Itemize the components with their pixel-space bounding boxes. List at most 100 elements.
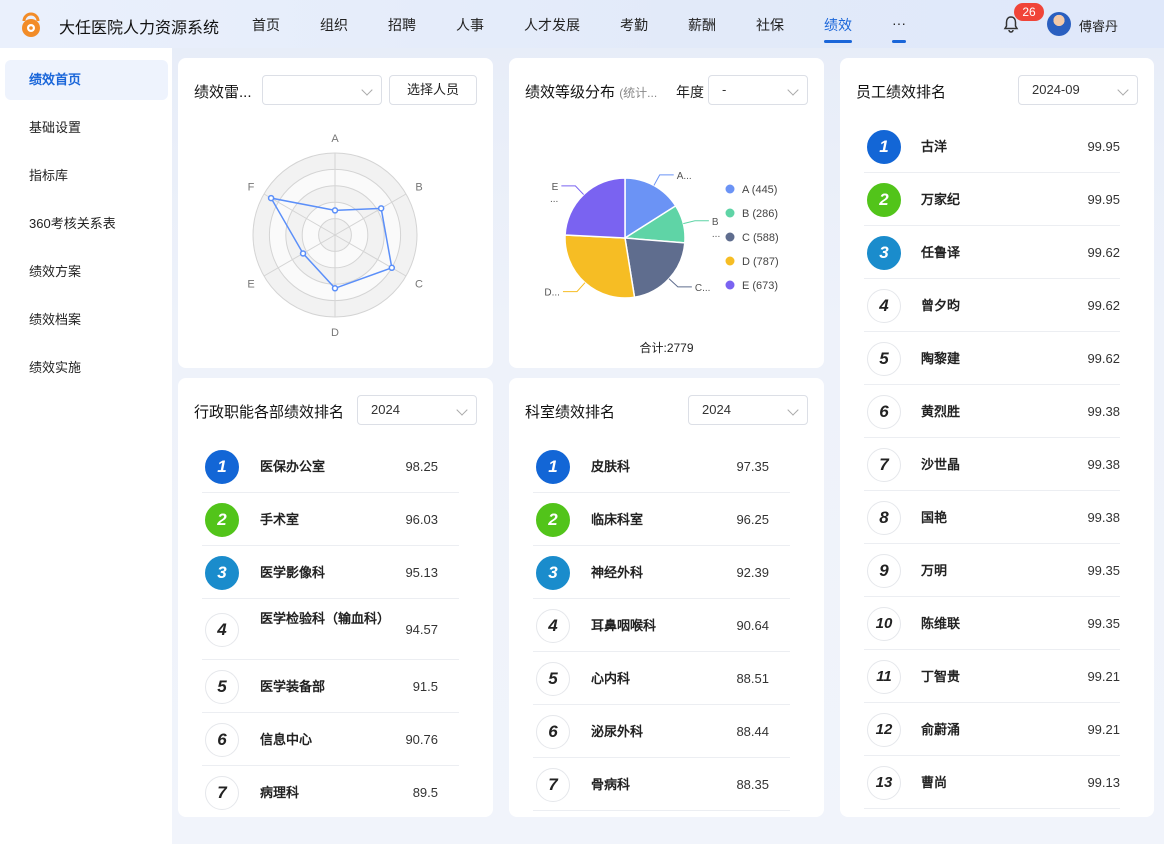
table-row[interactable]: 1 古洋 99.95 [864,120,1120,173]
table-row[interactable]: 2 临床科室 96.25 [533,493,790,546]
table-row[interactable]: 1 皮肤科 97.35 [533,440,790,493]
admin-year-select[interactable]: 2024 [357,395,477,425]
pie-callout-label: E [552,182,559,193]
dept-year-value: 2024 [702,402,731,417]
legend-label[interactable]: C (588) [742,232,779,244]
user-name[interactable]: 傅睿丹 [1079,16,1118,35]
rank-score: 95.13 [405,564,438,580]
sidebar-item-5[interactable]: 绩效档案 [5,300,168,340]
legend-label[interactable]: E (673) [742,280,778,292]
table-row[interactable]: 6 信息中心 90.76 [202,713,459,766]
rank-number-badge: 2 [867,182,901,217]
nav-item-6[interactable]: 薪酬 [688,15,716,35]
nav-item-8[interactable]: 绩效 [824,15,852,35]
rank-score: 98.25 [405,458,438,474]
radar-point[interactable] [331,207,339,214]
rank-score: 99.38 [1087,509,1120,525]
table-row[interactable]: 7 沙世晶 99.38 [864,438,1120,491]
radar-point[interactable] [388,264,396,272]
rank-number-badge: 4 [205,612,239,647]
rank-score: 99.62 [1087,350,1120,366]
radar-point[interactable] [299,250,307,257]
table-row[interactable]: 1 医保办公室 98.25 [202,440,459,493]
table-row[interactable]: 11 丁智贵 99.21 [864,650,1120,703]
nav-item-4[interactable]: 人才发展 [524,15,580,35]
admin-year-value: 2024 [371,402,400,417]
select-person-button[interactable]: 选择人员 [389,75,477,105]
table-row[interactable]: 3 任鲁译 99.62 [864,226,1120,279]
radar-person-select[interactable] [262,75,382,105]
chevron-down-icon [361,84,373,96]
legend-label[interactable]: A (445) [742,184,777,196]
table-row[interactable]: 3 医学影像科 95.13 [202,546,459,599]
rank-name: 医学影像科 [260,564,326,580]
nav-item-2[interactable]: 招聘 [388,15,416,35]
rank-score: 96.25 [736,511,769,527]
table-row[interactable]: 7 病理科 89.5 [202,766,459,817]
pie-callout-line [653,174,674,186]
table-row[interactable]: 2 手术室 96.03 [202,493,459,546]
table-row[interactable]: 4 耳鼻咽喉科 90.64 [533,599,790,652]
radar-indicator-label: D [331,327,339,339]
table-row[interactable]: 12 俞蔚涌 99.21 [864,703,1120,756]
legend-label[interactable]: D (787) [742,256,779,268]
nav-item-0[interactable]: 首页 [252,15,280,35]
sidebar-item-6[interactable]: 绩效实施 [5,348,168,388]
nav-item-7[interactable]: 社保 [756,15,784,35]
nav-item-5[interactable]: 考勤 [620,15,648,35]
nav-item-3[interactable]: 人事 [456,15,484,35]
rank-name: 临床科室 [591,511,644,527]
table-row[interactable]: 10 陈维联 99.35 [864,597,1120,650]
sidebar-item-3[interactable]: 360考核关系表 [5,204,168,244]
rank-number-badge: 13 [867,765,901,800]
pie-slice-E[interactable] [564,177,626,239]
rank-number-badge: 7 [205,775,239,810]
sidebar-item-2[interactable]: 指标库 [5,156,168,196]
sidebar-item-0[interactable]: 绩效首页 [5,60,168,100]
table-row[interactable]: 3 神经外科 92.39 [533,546,790,599]
table-row[interactable]: 4 曾夕昀 99.62 [864,279,1120,332]
rank-name: 医学检验科（输血科） [260,610,391,626]
table-row[interactable]: 2 万家纪 99.95 [864,173,1120,226]
radar-point[interactable] [377,205,385,212]
table-row[interactable]: 8 国艳 99.38 [864,491,1120,544]
table-row[interactable]: 4 医学检验科（输血科） 94.57 [202,599,459,660]
pie-total: 合计:2779 [639,341,694,355]
legend-label[interactable]: B (286) [742,208,778,220]
rank-number-badge: 3 [205,555,239,590]
rank-score: 92.39 [736,564,769,580]
rank-name: 国艳 [921,509,948,525]
year-select[interactable]: - [708,75,808,105]
table-row[interactable]: 5 心内科 88.51 [533,652,790,705]
rank-number-badge: 5 [536,661,570,696]
table-row[interactable]: 6 黄烈胜 99.38 [864,385,1120,438]
radar-point[interactable] [331,285,339,292]
table-row[interactable]: 9 万明 99.35 [864,544,1120,597]
table-row[interactable]: 7 骨病科 88.35 [533,758,790,811]
rank-name: 俞蔚涌 [921,721,961,737]
nav-item-1[interactable]: 组织 [320,15,348,35]
dept-year-select[interactable]: 2024 [688,395,808,425]
rank-score: 99.35 [1087,562,1120,578]
sidebar-item-1[interactable]: 基础设置 [5,108,168,148]
dept-ranking-card: 科室绩效排名 2024 1 皮肤科 97.35 2 临床科室 96.25 3 神经外科 92.3… [509,378,824,817]
table-row[interactable]: 13 曹尚 99.13 [864,756,1120,809]
radar-card-title: 绩效雷... [194,84,252,101]
table-row[interactable]: 5 陶黎建 99.62 [864,332,1120,385]
radar-point[interactable] [267,194,275,202]
pie-slice-C[interactable] [624,237,686,299]
radar-indicator-label: F [248,182,255,194]
table-row[interactable]: 6 泌尿外科 88.44 [533,705,790,758]
rank-number-badge: 6 [205,722,239,757]
avatar[interactable] [1047,12,1071,36]
chevron-down-icon [1117,84,1129,96]
month-select[interactable]: 2024-09 [1018,75,1138,105]
rank-score: 88.44 [736,723,769,739]
radar-card: 绩效雷... 选择人员 A B C D E F [178,58,493,368]
pie-slice-D[interactable] [564,234,636,299]
nav-item-9[interactable]: ··· [892,15,906,31]
table-row[interactable]: 5 医学装备部 91.5 [202,660,459,713]
rank-name: 信息中心 [260,731,313,747]
rank-name: 医保办公室 [260,458,326,474]
sidebar-item-4[interactable]: 绩效方案 [5,252,168,292]
